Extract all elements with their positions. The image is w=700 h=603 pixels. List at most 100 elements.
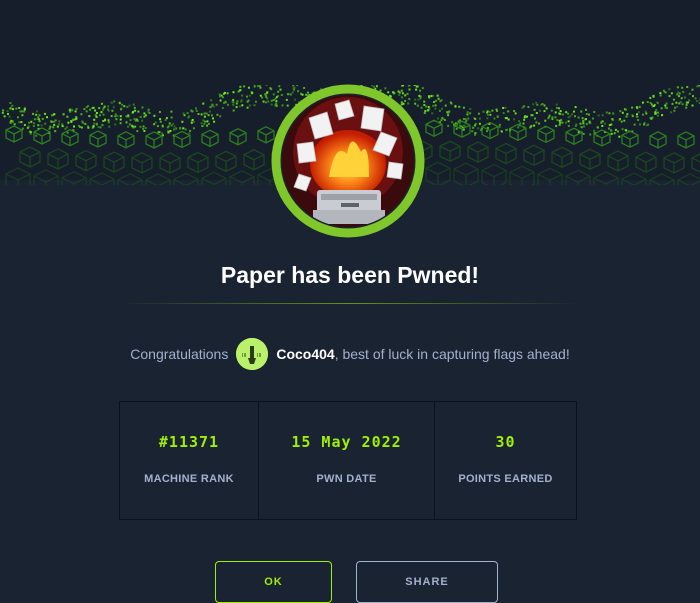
banner-dot <box>32 113 34 115</box>
banner-dot <box>102 124 104 126</box>
banner-dot <box>53 124 55 126</box>
banner-dot <box>565 111 567 113</box>
banner-dot <box>203 123 205 125</box>
banner-dot <box>518 120 520 122</box>
banner-dot <box>593 130 595 132</box>
banner-dot <box>96 123 98 125</box>
banner-dot <box>497 115 499 117</box>
banner-dot <box>637 119 639 121</box>
banner-dot <box>11 105 13 107</box>
banner-dot <box>213 106 215 108</box>
banner-dot <box>657 102 659 104</box>
banner-dot <box>642 114 644 116</box>
banner-dot <box>126 121 128 123</box>
banner-dot <box>93 107 95 109</box>
banner-dot <box>681 97 683 99</box>
banner-dot <box>113 100 115 102</box>
banner-dot <box>114 115 116 117</box>
banner-dot <box>236 103 238 105</box>
banner-dot <box>575 125 577 127</box>
banner-dot <box>96 116 98 118</box>
banner-dot <box>84 123 86 125</box>
share-button[interactable]: SHARE <box>356 561 498 603</box>
banner-dot <box>575 106 577 108</box>
machine-rank-value: #11371 <box>159 433 219 451</box>
banner-dot <box>93 125 95 127</box>
banner-dot <box>204 121 206 123</box>
banner-dot <box>469 112 471 114</box>
banner-dot <box>104 106 106 108</box>
ok-button[interactable]: OK <box>215 561 332 603</box>
banner-dot <box>504 107 506 109</box>
congratulations-message: Congratulations III III Coco404 , best o… <box>0 338 700 370</box>
banner-dot <box>190 110 192 112</box>
banner-dot <box>657 112 659 114</box>
banner-dot <box>544 105 546 107</box>
banner-dot <box>120 119 122 121</box>
banner-dot <box>463 107 465 109</box>
banner-dot <box>183 112 185 114</box>
banner-dot <box>89 109 91 111</box>
banner-dot <box>677 86 679 88</box>
banner-dot <box>38 118 40 120</box>
banner-dot <box>191 122 193 124</box>
banner-cube <box>594 130 610 146</box>
banner-dot <box>174 126 176 128</box>
banner-dot <box>37 124 39 126</box>
banner-dot <box>141 120 143 122</box>
banner-dot <box>243 85 245 87</box>
pwn-date-value: 15 May 2022 <box>291 433 401 451</box>
banner-dot <box>678 95 680 97</box>
banner-cube <box>538 126 554 142</box>
banner-dot <box>491 110 493 112</box>
banner-dot <box>673 110 675 112</box>
banner-cube <box>482 165 506 185</box>
banner-dot <box>24 124 26 126</box>
banner-dot <box>685 107 687 109</box>
banner-dot <box>569 115 571 117</box>
banner-dot <box>181 121 183 123</box>
banner-dot <box>526 116 528 118</box>
banner-dot <box>612 112 614 114</box>
banner-dot <box>22 128 24 130</box>
banner-cube <box>76 151 96 171</box>
banner-dot <box>9 102 11 104</box>
banner-dot <box>75 110 77 112</box>
banner-dot <box>666 107 668 109</box>
banner-dot <box>33 125 35 127</box>
banner-dot <box>24 109 26 111</box>
banner-dot <box>203 113 205 115</box>
user-avatar-icon[interactable]: III III <box>236 338 268 370</box>
banner-dot <box>447 113 449 115</box>
banner-dot <box>39 114 41 116</box>
banner-dot <box>574 115 576 117</box>
banner-dot <box>519 122 521 124</box>
banner-dot <box>202 120 204 122</box>
banner-dot <box>440 119 442 121</box>
banner-dot <box>618 136 620 138</box>
banner-dot <box>134 118 136 120</box>
banner-dot <box>201 122 203 124</box>
banner-dot <box>568 120 570 122</box>
banner-dot <box>220 100 222 102</box>
banner-dot <box>493 118 495 120</box>
banner-dot <box>465 120 467 122</box>
banner-dot <box>209 111 211 113</box>
banner-dot <box>195 108 197 110</box>
username-link[interactable]: Coco404 <box>276 346 334 362</box>
banner-dot <box>70 120 72 122</box>
banner-dot <box>249 95 251 97</box>
banner-dot <box>489 114 491 116</box>
banner-dot <box>126 106 128 108</box>
banner-dot <box>657 115 659 117</box>
banner-cube <box>202 172 226 185</box>
banner-dot <box>44 123 46 125</box>
banner-dot <box>111 110 113 112</box>
banner-cube <box>62 130 78 146</box>
banner-dot <box>610 129 612 131</box>
banner-dot <box>4 115 6 117</box>
banner-dot <box>96 112 98 114</box>
banner-dot <box>143 112 145 114</box>
banner-dot <box>527 106 529 108</box>
banner-dot <box>678 102 680 104</box>
